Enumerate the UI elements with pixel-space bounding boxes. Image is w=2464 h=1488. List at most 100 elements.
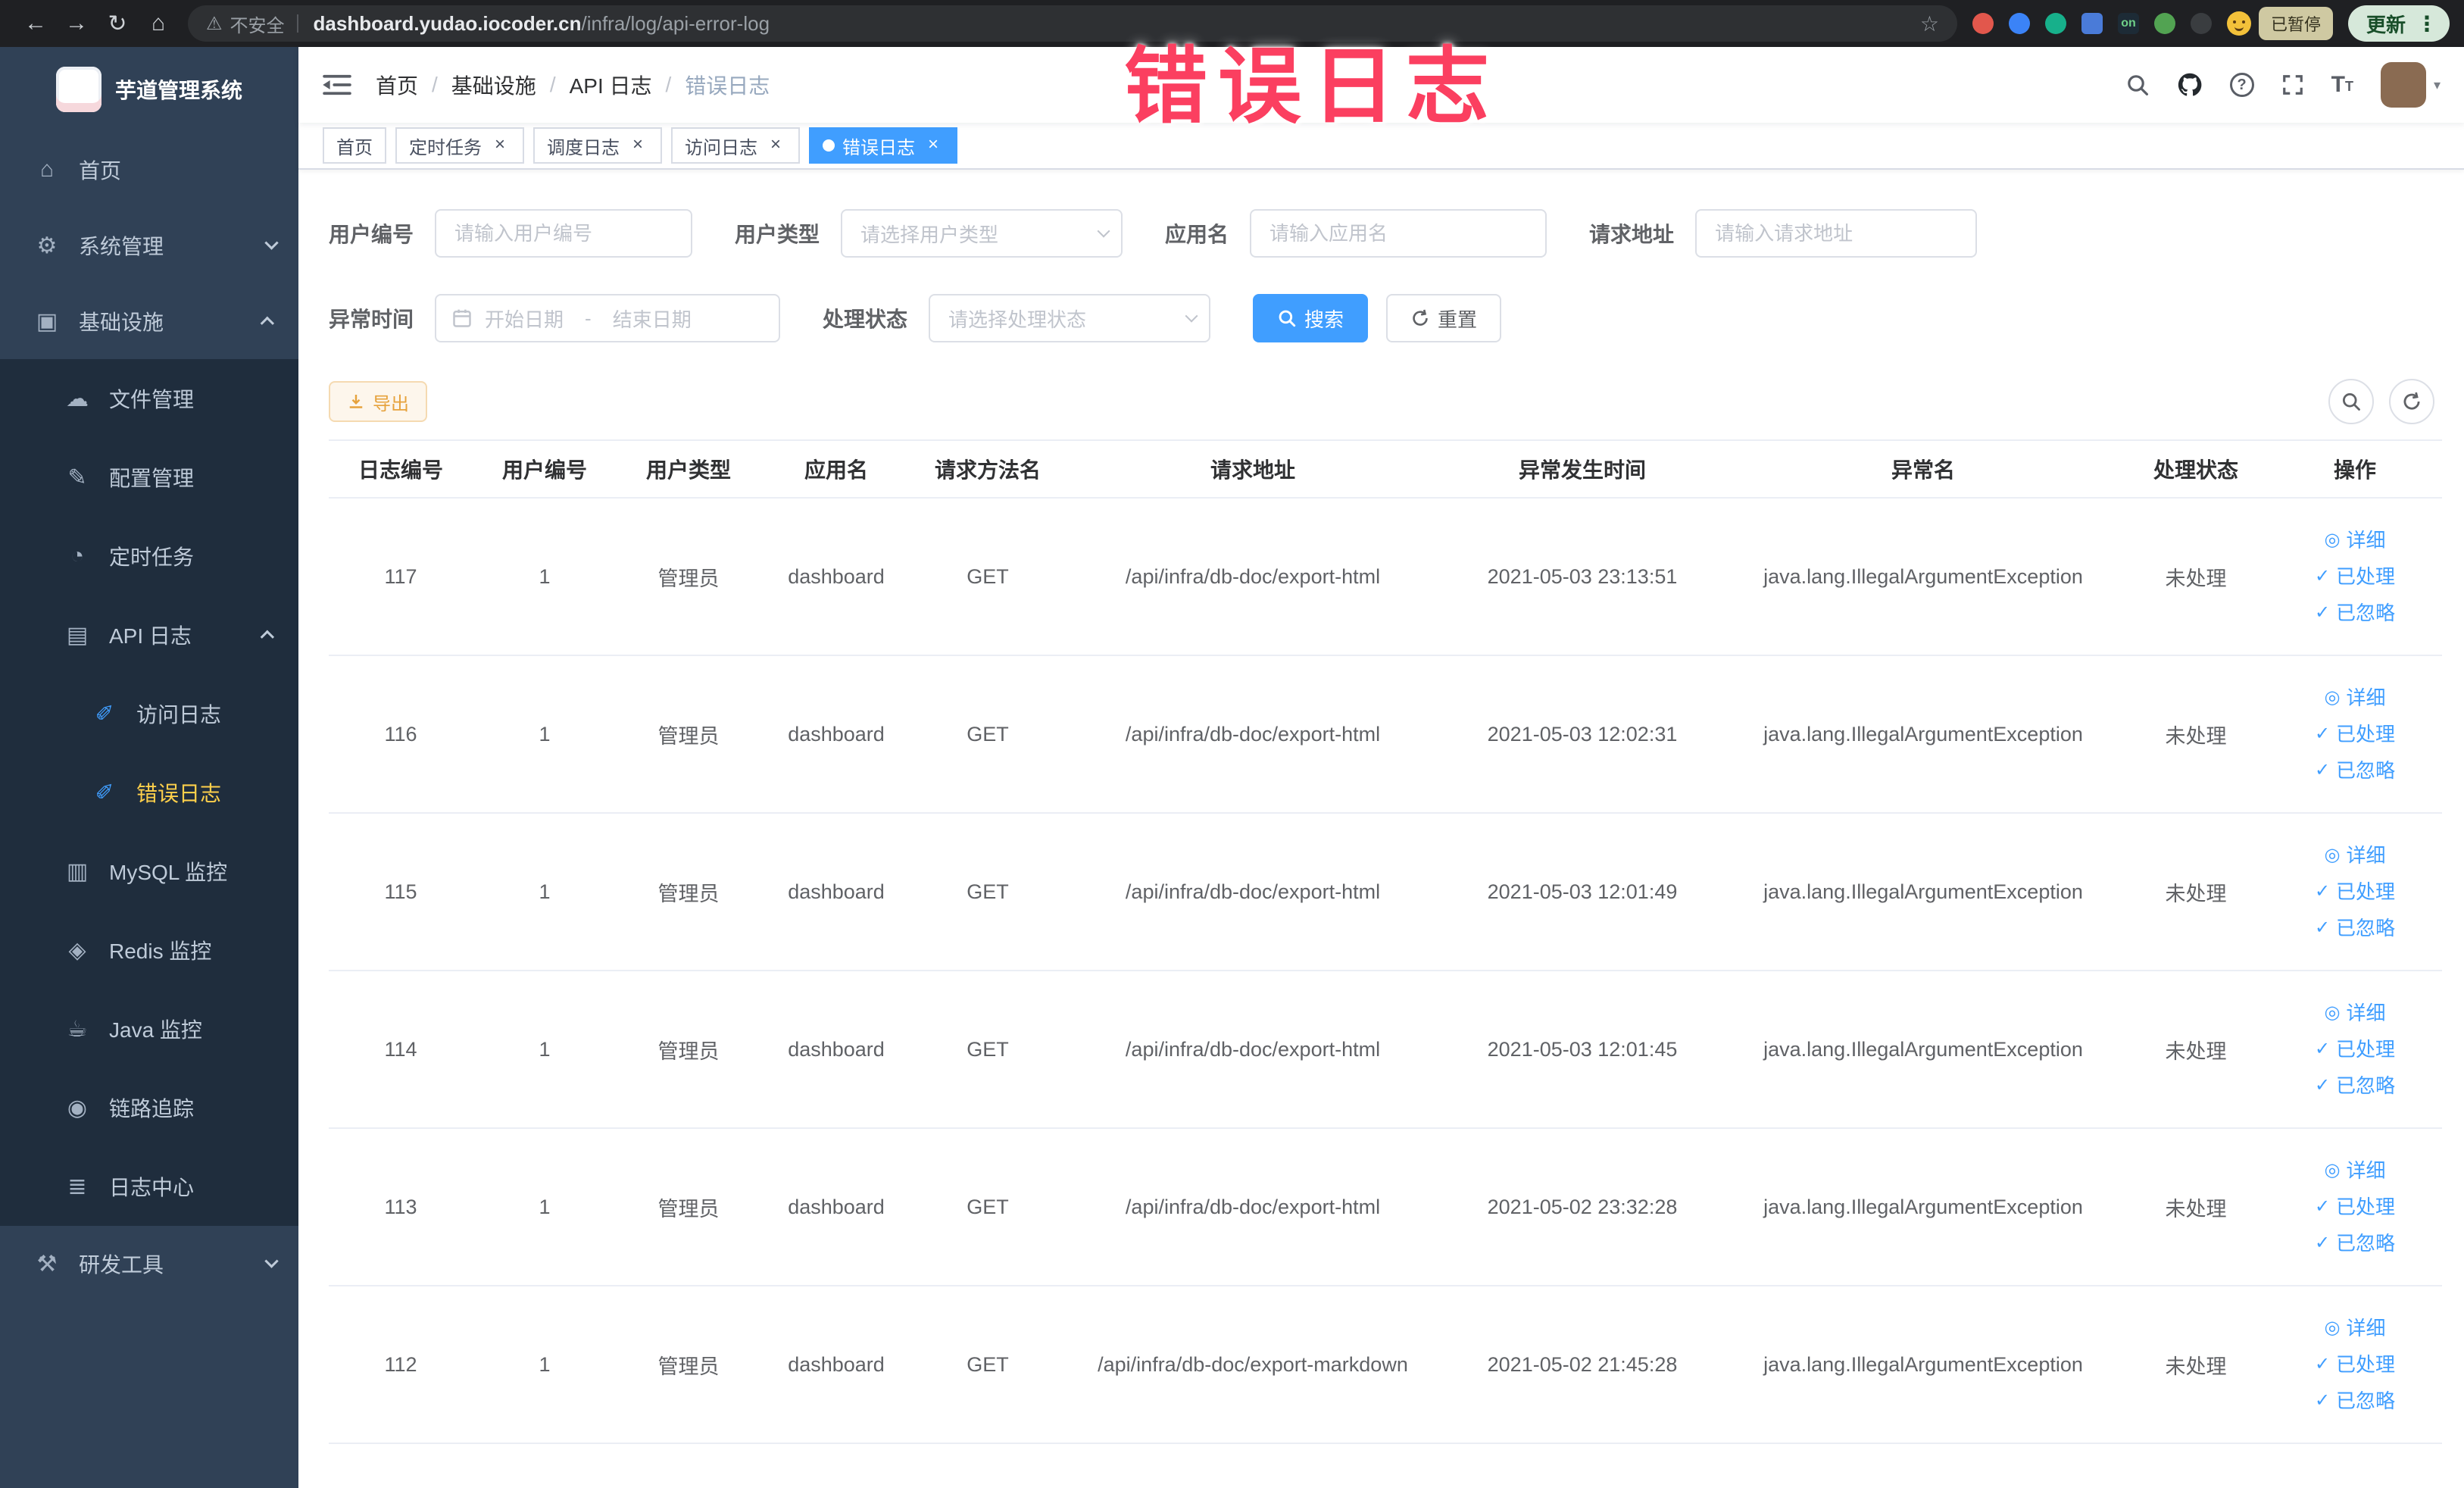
sidebar-item-api-log[interactable]: ▤ API 日志: [0, 596, 298, 674]
sidebar-item-access-log[interactable]: ✐ 访问日志: [0, 674, 298, 753]
processed-link[interactable]: ✓ 已处理: [2277, 1189, 2433, 1225]
bookmark-star-icon[interactable]: ☆: [1920, 11, 1939, 36]
extension-green-icon[interactable]: [2153, 13, 2175, 34]
search-icon[interactable]: [2125, 73, 2150, 97]
export-button[interactable]: 导出: [329, 381, 427, 422]
sidebar-item-dev-tools[interactable]: ⚒ 研发工具: [0, 1226, 298, 1302]
extension-on-icon[interactable]: on: [2117, 13, 2139, 34]
cell-user-id: 1: [473, 971, 617, 1129]
sidebar-item-scheduled-job[interactable]: ◔ 定时任务: [0, 517, 298, 596]
ignored-link[interactable]: ✓ 已忽略: [2277, 910, 2433, 946]
paused-badge[interactable]: 已暂停: [2258, 7, 2333, 40]
extension-grid-icon[interactable]: [2081, 13, 2103, 34]
tab-access-log[interactable]: 访问日志: [671, 127, 800, 164]
detail-link[interactable]: ◎ 详细: [2277, 837, 2433, 874]
tab-home[interactable]: 首页: [323, 127, 386, 164]
sidebar-item-log-center[interactable]: ≣ 日志中心: [0, 1147, 298, 1226]
rabbit-logo-icon: [55, 67, 101, 112]
browser-back-icon[interactable]: ←: [15, 3, 56, 44]
sidebar-item-java-monitor[interactable]: ☕ Java 监控: [0, 989, 298, 1068]
app-name-input[interactable]: [1250, 209, 1547, 258]
extension-blue-icon[interactable]: [2008, 13, 2030, 34]
ignored-link[interactable]: ✓ 已忽略: [2277, 752, 2433, 789]
fullscreen-icon[interactable]: [2281, 73, 2304, 96]
hide-search-button[interactable]: [2328, 379, 2374, 424]
browser-home-icon[interactable]: ⌂: [138, 3, 179, 44]
omnibox-divider: [296, 14, 298, 33]
processed-link[interactable]: ✓ 已处理: [2277, 558, 2433, 595]
breadcrumb-api-log[interactable]: API 日志: [570, 70, 652, 100]
ignored-link[interactable]: ✓ 已忽略: [2277, 1068, 2433, 1104]
tab-dispatch-log[interactable]: 调度日志: [533, 127, 662, 164]
processed-link[interactable]: ✓ 已处理: [2277, 874, 2433, 910]
close-icon[interactable]: [489, 135, 511, 156]
browser-reload-icon[interactable]: ↻: [97, 3, 138, 44]
detail-link[interactable]: ◎ 详细: [2277, 1152, 2433, 1189]
search-button[interactable]: 搜索: [1253, 294, 1369, 342]
sidebar-collapse-icon[interactable]: [323, 73, 351, 96]
request-url-input[interactable]: [1695, 209, 1978, 258]
browser-forward-icon[interactable]: →: [56, 3, 97, 44]
refresh-table-button[interactable]: [2389, 379, 2434, 424]
detail-link[interactable]: ◎ 详细: [2277, 522, 2433, 558]
github-icon[interactable]: [2177, 72, 2203, 98]
sidebar-menu: ⌂ 首页 ⚙ 系统管理 ▣ 基础设施 ☁ 文件管理 ✎ 配置管理 ◔ 定时任务 …: [0, 132, 298, 1302]
font-size-icon[interactable]: TT: [2331, 73, 2353, 96]
sidebar-item-mysql-monitor[interactable]: ▥ MySQL 监控: [0, 832, 298, 911]
user-type-select[interactable]: 请选择用户类型: [841, 209, 1123, 258]
browser-menu-icon[interactable]: ⋮: [2416, 11, 2437, 36]
cell-request-url: /api/infra/db-doc/export-html: [1063, 813, 1442, 971]
cell-request-url: /api/infra/db-doc/export-markdown: [1063, 1286, 1442, 1444]
reset-button[interactable]: 重置: [1386, 294, 1502, 342]
sidebar-item-file-manage[interactable]: ☁ 文件管理: [0, 359, 298, 438]
emoji-face-icon[interactable]: [2226, 11, 2251, 36]
avatar[interactable]: [2380, 62, 2426, 108]
ignored-link[interactable]: ✓ 已忽略: [2277, 1225, 2433, 1261]
sidebar-item-trace[interactable]: ◉ 链路追踪: [0, 1068, 298, 1147]
browser-update-button[interactable]: 更新 ⋮: [2347, 5, 2450, 42]
processed-link[interactable]: ✓ 已处理: [2277, 1031, 2433, 1068]
user-id-input[interactable]: [435, 209, 693, 258]
screen: ← → ↻ ⌂ ⚠ 不安全 dashboard.yudao.iocoder.cn…: [0, 0, 2464, 1488]
user-menu[interactable]: ▾: [2380, 62, 2441, 108]
col-actions: 操作: [2268, 439, 2442, 499]
ignored-link[interactable]: ✓ 已忽略: [2277, 1383, 2433, 1419]
date-range-picker[interactable]: 开始日期 - 结束日期: [435, 294, 781, 342]
processed-link[interactable]: ✓ 已处理: [2277, 716, 2433, 752]
security-warning-label[interactable]: 不安全: [230, 11, 285, 37]
sidebar-item-config-manage[interactable]: ✎ 配置管理: [0, 438, 298, 517]
help-icon[interactable]: ?: [2229, 73, 2254, 97]
close-icon[interactable]: [627, 135, 648, 156]
ignored-link[interactable]: ✓ 已忽略: [2277, 595, 2433, 631]
breadcrumb-infra[interactable]: 基础设施: [451, 70, 536, 100]
sidebar-item-error-log[interactable]: ✐ 错误日志: [0, 753, 298, 832]
sidebar-item-redis-monitor[interactable]: ◈ Redis 监控: [0, 911, 298, 989]
close-icon[interactable]: [765, 135, 786, 156]
table-row: 113 1 管理员 dashboard GET /api/infra/db-do…: [329, 1128, 2442, 1286]
extension-paw-icon[interactable]: [2190, 13, 2212, 34]
process-status-select[interactable]: 请选择处理状态: [929, 294, 1211, 342]
sidebar-item-system[interactable]: ⚙ 系统管理: [0, 208, 298, 283]
detail-link[interactable]: ◎ 详细: [2277, 1310, 2433, 1346]
app-logo[interactable]: 芋道管理系统: [0, 47, 298, 132]
log-edit-icon: ✐: [95, 780, 114, 805]
detail-link[interactable]: ◎ 详细: [2277, 995, 2433, 1031]
tab-error-log[interactable]: 错误日志: [809, 127, 957, 164]
sidebar-item-home[interactable]: ⌂ 首页: [0, 132, 298, 208]
tab-scheduled-job[interactable]: 定时任务: [395, 127, 524, 164]
address-bar[interactable]: ⚠ 不安全 dashboard.yudao.iocoder.cn/infra/l…: [188, 5, 1957, 42]
extension-teal-icon[interactable]: [2044, 13, 2066, 34]
processed-link[interactable]: ✓ 已处理: [2277, 1346, 2433, 1383]
close-icon[interactable]: [923, 135, 944, 156]
extension-red-icon[interactable]: [1972, 13, 1994, 34]
cell-user-type: 管理员: [617, 1128, 760, 1286]
sidebar: 芋道管理系统 ⌂ 首页 ⚙ 系统管理 ▣ 基础设施 ☁ 文件管理 ✎ 配置管理 …: [0, 47, 298, 1488]
eye-icon: ◎: [2324, 1318, 2341, 1338]
sidebar-item-infra[interactable]: ▣ 基础设施: [0, 283, 298, 359]
home-icon: ⌂: [39, 157, 55, 182]
breadcrumb-home[interactable]: 首页: [376, 70, 418, 100]
detail-link[interactable]: ◎ 详细: [2277, 680, 2433, 716]
sidebar-item-label: 链路追踪: [109, 1097, 195, 1121]
gear-icon: ⚙: [36, 233, 58, 258]
refresh-icon: [2403, 392, 2420, 410]
